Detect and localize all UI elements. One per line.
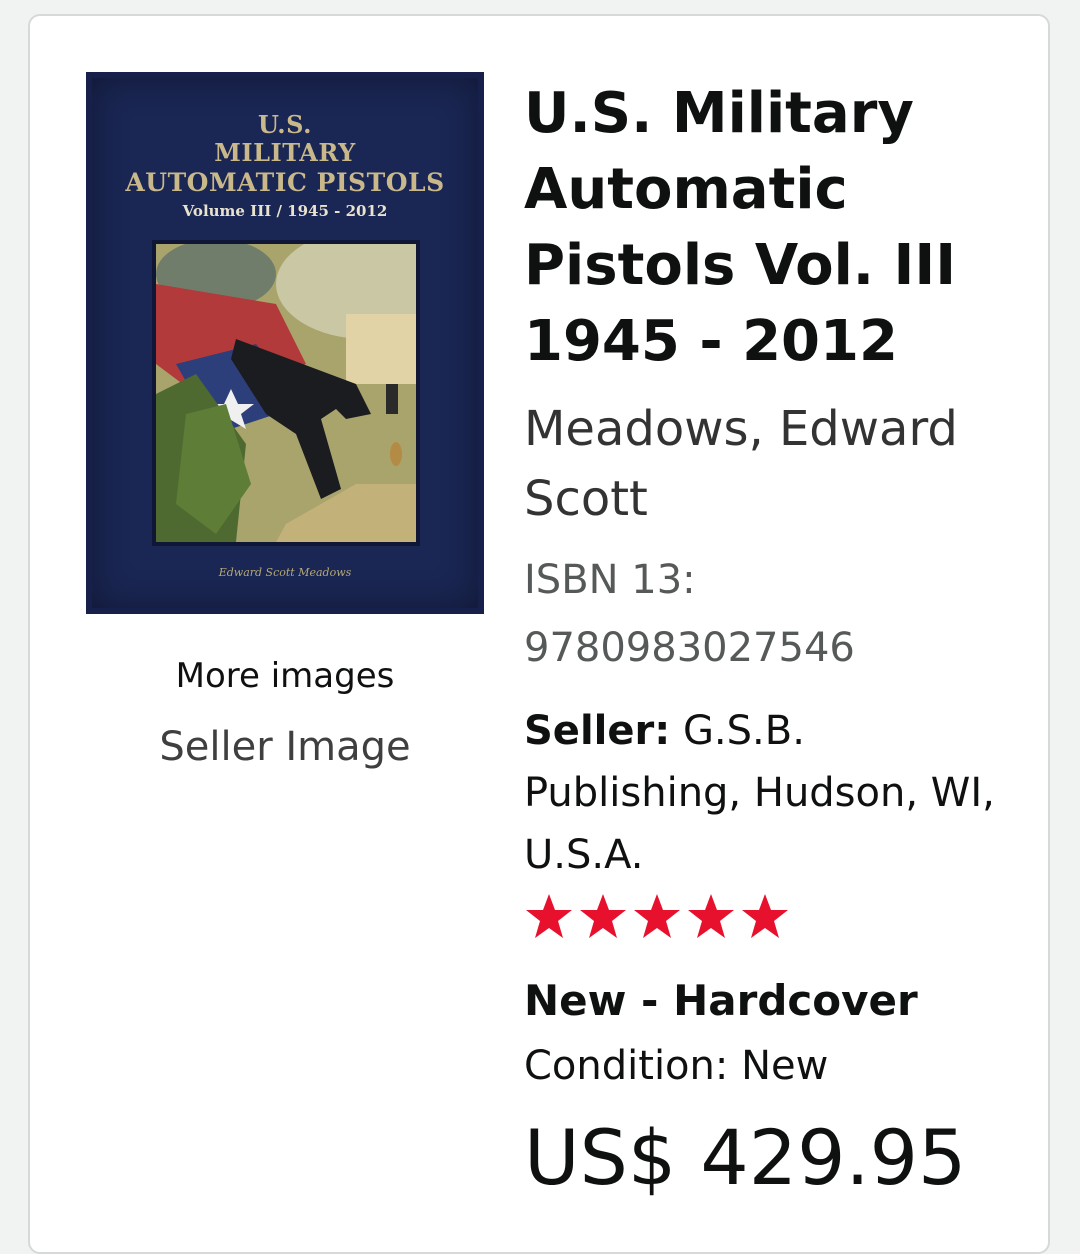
listing-info: U.S. Military Automatic Pistols Vol. III… <box>524 76 1024 1208</box>
cover-author: Edward Scott Meadows <box>218 566 352 579</box>
book-author: Meadows, Edward Scott <box>524 401 958 527</box>
star-icon <box>580 894 626 938</box>
seller-label: Seller: <box>524 708 671 754</box>
seller-image-label: Seller Image <box>159 724 411 770</box>
isbn-value: 9780983027546 <box>524 625 855 671</box>
isbn-label: ISBN 13: <box>524 557 696 603</box>
star-icon <box>742 894 788 938</box>
seller-info: Seller: G.S.B. Publishing, Hudson, WI, U… <box>524 700 1024 886</box>
book-title[interactable]: U.S. Military Automatic Pistols Vol. III… <box>524 76 1024 380</box>
cover-title-line: MILITARY <box>214 138 356 167</box>
listing-card[interactable]: U.S. MILITARY AUTOMATIC PISTOLS Volume I… <box>28 14 1050 1254</box>
isbn: ISBN 13: 9780983027546 <box>524 546 1024 682</box>
binding-type: New - Hardcover <box>524 976 918 1025</box>
pistol-illustration <box>156 244 416 542</box>
star-icon <box>634 894 680 938</box>
seller-rating-stars <box>524 892 1024 952</box>
book-cover-image[interactable]: U.S. MILITARY AUTOMATIC PISTOLS Volume I… <box>86 72 484 614</box>
cover-photo-pistol <box>152 240 420 546</box>
star-icon <box>526 894 572 938</box>
cover-subtitle: Volume III / 1945 - 2012 <box>182 202 388 220</box>
cover-title-line: U.S. <box>258 110 312 139</box>
condition: Condition: New <box>524 1043 829 1089</box>
price: US$ 429.95 <box>524 1113 967 1202</box>
cover-title-line: AUTOMATIC PISTOLS <box>125 168 445 197</box>
star-icon <box>688 894 734 938</box>
more-images-link[interactable]: More images <box>86 656 484 696</box>
